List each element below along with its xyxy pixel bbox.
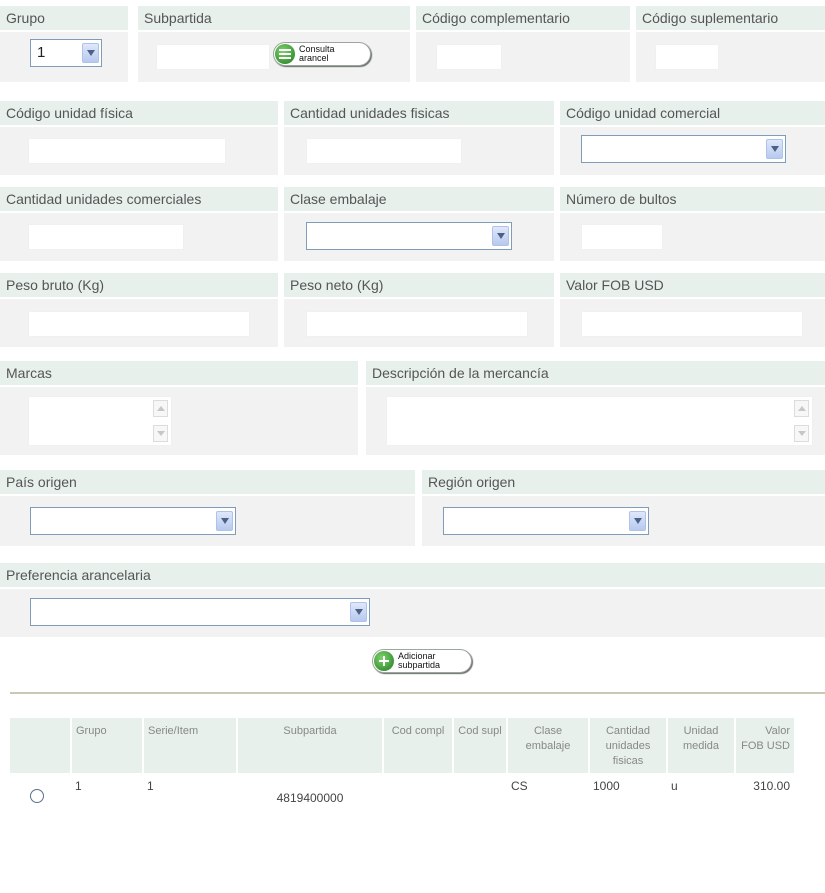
numero-bultos-label: Número de bultos (560, 187, 825, 211)
region-origen-label: Región origen (422, 470, 825, 494)
add-icon (374, 651, 394, 671)
pais-origen-select[interactable] (30, 507, 236, 535)
cell-unidad: u (671, 779, 678, 793)
peso-bruto-label: Peso bruto (Kg) (0, 273, 278, 297)
col-cod-supl-header: Cod supl (453, 718, 508, 773)
scroll-down-icon[interactable] (794, 425, 809, 442)
adicionar-subpartida-button[interactable]: Adicionar subpartida (372, 649, 472, 673)
subpartida-input[interactable] (156, 44, 270, 70)
preferencia-label: Preferencia arancelaria (0, 563, 825, 587)
col-unidad-header: Unidad medida (667, 718, 736, 773)
marcas-textarea[interactable] (28, 396, 172, 446)
numero-bultos-input[interactable] (581, 224, 663, 250)
table-row[interactable]: 1 1 4819400000 CS 1000 u 310.00 (10, 773, 794, 893)
col-select-header (10, 718, 72, 773)
codigo-unidad-fisica-input[interactable] (28, 138, 226, 164)
scroll-up-icon[interactable] (153, 400, 168, 417)
table-header-row: Grupo Serie/Item Subpartida Cod compl Co… (10, 718, 794, 773)
cantidad-unidades-comerciales-label: Cantidad unidades comerciales (0, 187, 278, 211)
subpartidas-table: Grupo Serie/Item Subpartida Cod compl Co… (10, 718, 794, 893)
chevron-down-icon[interactable] (216, 511, 233, 531)
subpartida-label: Subpartida (138, 6, 410, 30)
clase-embalaje-select[interactable] (306, 222, 512, 250)
codigo-unidad-fisica-label: Código unidad física (0, 101, 278, 125)
chevron-down-icon[interactable] (766, 139, 783, 159)
descripcion-label: Descripción de la mercancía (366, 361, 825, 385)
valor-fob-label: Valor FOB USD (560, 273, 825, 297)
col-clase-header: Clase embalaje (507, 718, 590, 773)
grupo-select[interactable]: 1 (30, 39, 102, 67)
preferencia-select[interactable] (30, 598, 370, 626)
codigo-unidad-comercial-select[interactable] (581, 135, 786, 163)
cantidad-unidades-comerciales-input[interactable] (28, 224, 184, 250)
cantidad-unidades-fisicas-input[interactable] (306, 138, 462, 164)
cell-valor: 310.00 (753, 779, 790, 793)
chevron-down-icon[interactable] (350, 602, 367, 622)
scroll-up-icon[interactable] (794, 400, 809, 417)
col-cod-compl-header: Cod compl (383, 718, 454, 773)
chevron-down-icon[interactable] (492, 226, 509, 246)
descripcion-textarea[interactable] (386, 396, 813, 446)
col-cantidad-header: Cantidad unidades fisicas (589, 718, 668, 773)
codigo-unidad-comercial-label: Código unidad comercial (560, 101, 825, 125)
consulta-arancel-label: Consulta arancel (299, 45, 359, 63)
clase-embalaje-label: Clase embalaje (284, 187, 554, 211)
divider (10, 692, 825, 694)
cell-clase: CS (511, 779, 528, 793)
col-valor-header: Valor FOB USD (735, 718, 794, 773)
col-serie-header: Serie/Item (143, 718, 238, 773)
consulta-arancel-button[interactable]: Consulta arancel (273, 42, 371, 66)
cell-cod-compl (383, 773, 453, 893)
codigo-complementario-input[interactable] (436, 44, 502, 70)
arancel-line: arancel (299, 53, 329, 63)
pais-origen-label: País origen (0, 470, 415, 494)
cantidad-unidades-fisicas-label: Cantidad unidades fisicas (284, 101, 554, 125)
row-select-cell[interactable] (10, 773, 71, 893)
cell-subpartida: 4819400000 (276, 791, 344, 805)
region-origen-select[interactable] (443, 507, 649, 535)
codigo-complementario-label: Código complementario (416, 6, 630, 30)
adicionar-label: Adicionar subpartida (398, 652, 458, 670)
grupo-value: 1 (37, 44, 46, 61)
chevron-down-icon[interactable] (82, 43, 99, 63)
cell-serie: 1 (147, 779, 154, 793)
cell-cod-supl (453, 773, 507, 893)
valor-fob-input[interactable] (581, 311, 803, 337)
col-subpartida-header: Subpartida (237, 718, 384, 773)
col-grupo-header: Grupo (71, 718, 144, 773)
tariff-list-icon (275, 44, 295, 64)
peso-neto-input[interactable] (306, 311, 528, 337)
peso-bruto-input[interactable] (28, 311, 250, 337)
marcas-label: Marcas (0, 361, 358, 385)
scroll-down-icon[interactable] (153, 425, 168, 442)
cell-cantidad: 1000 (593, 779, 620, 793)
chevron-down-icon[interactable] (629, 511, 646, 531)
peso-neto-label: Peso neto (Kg) (284, 273, 554, 297)
codigo-suplementario-label: Código suplementario (636, 6, 825, 30)
codigo-suplementario-input[interactable] (655, 44, 719, 70)
subpartida-line: subpartida (398, 660, 441, 670)
row-radio-button[interactable] (30, 789, 44, 803)
cell-grupo: 1 (75, 779, 82, 793)
grupo-label: Grupo (0, 6, 128, 30)
